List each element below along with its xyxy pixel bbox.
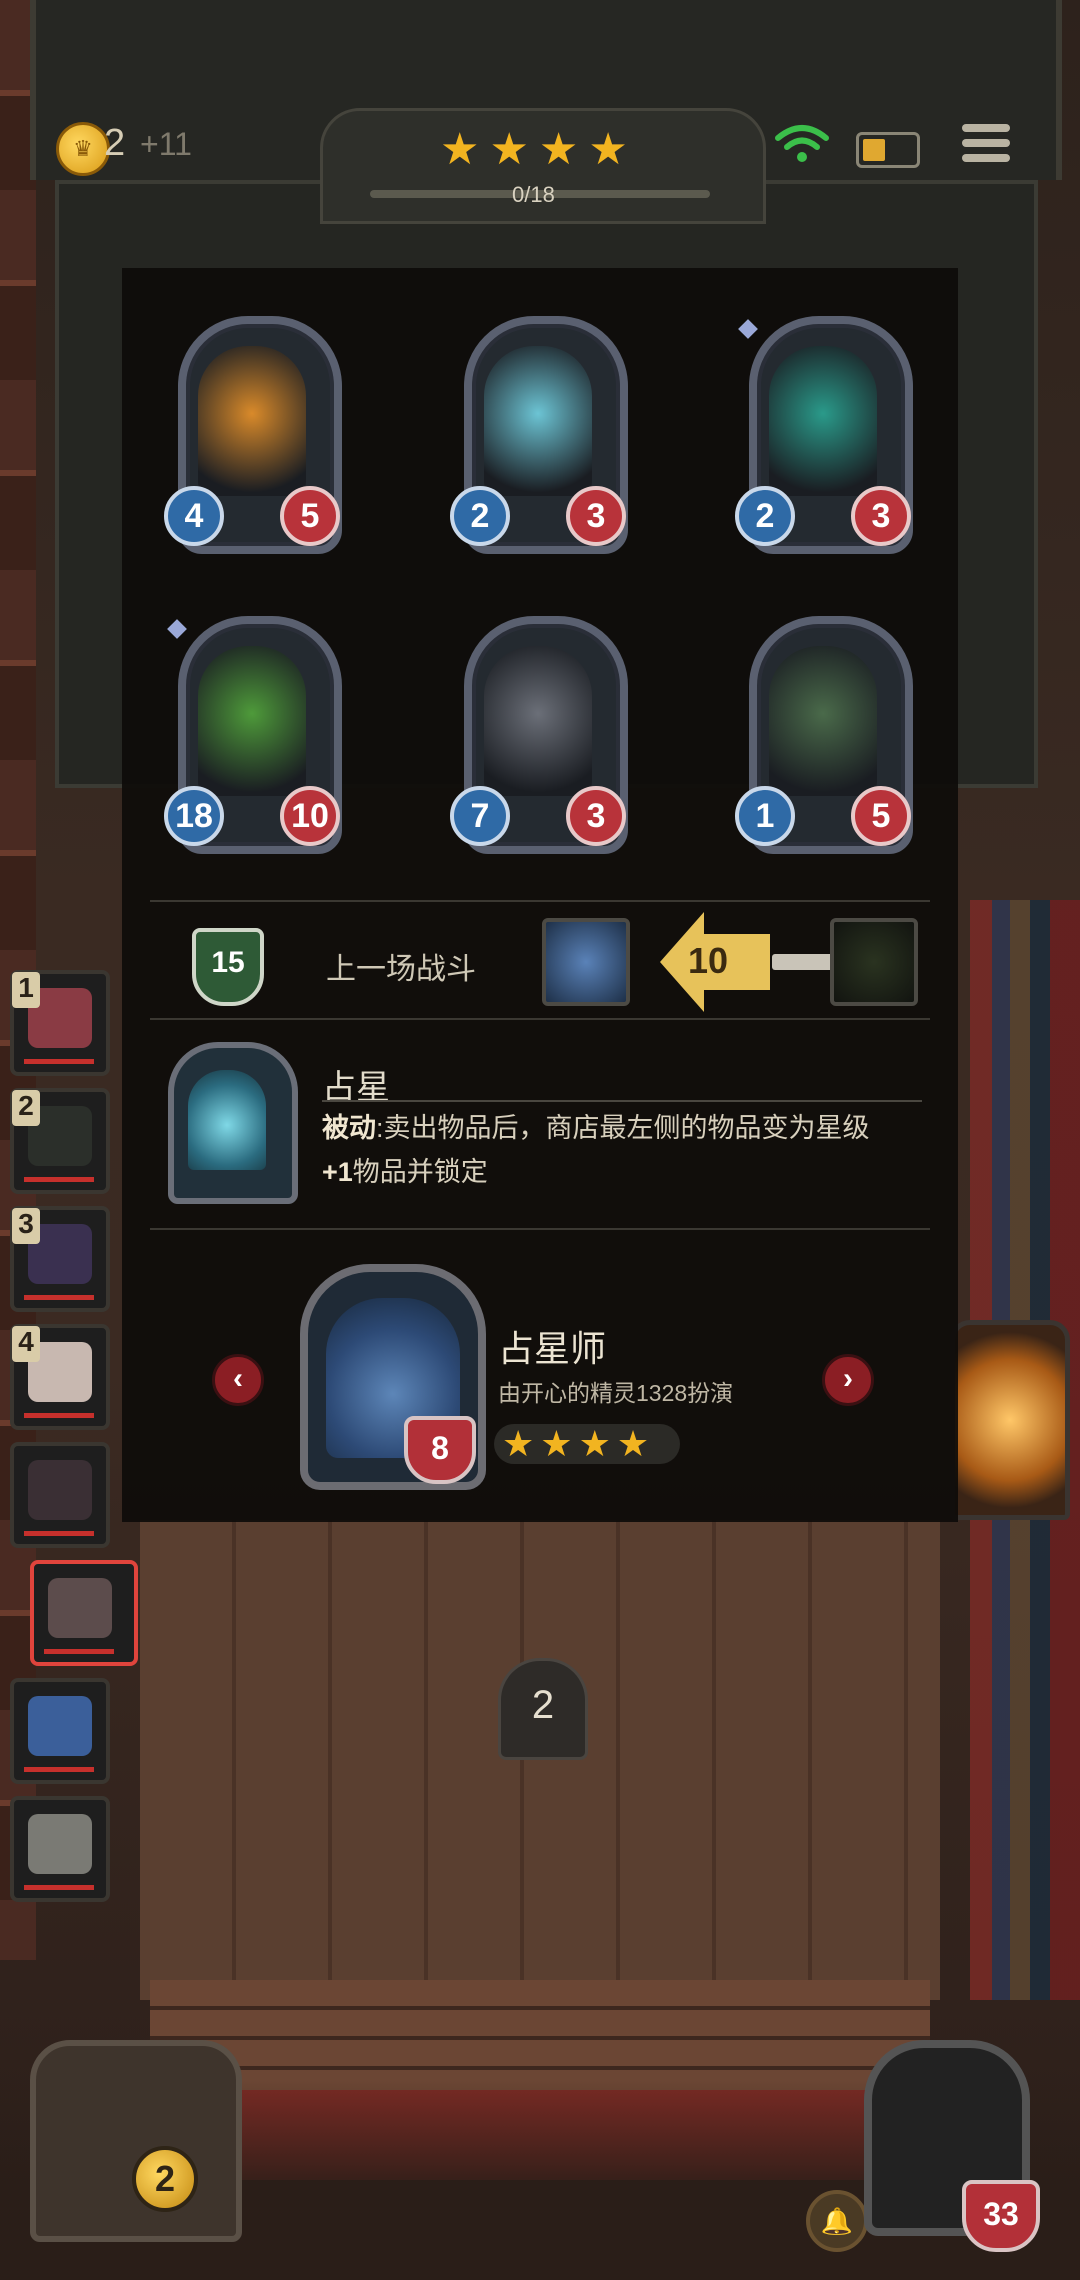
creature-portrait: [28, 1696, 92, 1756]
roster-item[interactable]: [10, 1796, 110, 1902]
diamond-icon: [167, 619, 187, 639]
team-roster: 1 2 3 4: [10, 970, 138, 1914]
battery-icon: [856, 132, 920, 168]
hero-credit: 由开心的精灵1328扮演: [498, 1380, 734, 1406]
wifi-icon: [775, 125, 829, 162]
card-health: 3: [566, 786, 626, 846]
card-health: 10: [280, 786, 340, 846]
roster-number: 1: [12, 972, 40, 1008]
roster-item[interactable]: [30, 1560, 138, 1666]
board-card-fish-tank[interactable]: 23: [450, 316, 628, 556]
progress-text: 0/18: [512, 182, 555, 207]
star-icon: ★: [538, 125, 579, 174]
menu-icon[interactable]: [962, 124, 1010, 172]
creature-portrait: [48, 1578, 112, 1638]
creature-portrait: [28, 1814, 92, 1874]
card-attack: 7: [450, 786, 510, 846]
shop-tier-badge[interactable]: 2: [498, 1658, 588, 1760]
roster-number: 2: [12, 1090, 40, 1126]
star-icon: ★: [588, 125, 628, 174]
roster-item[interactable]: 1: [10, 970, 110, 1076]
prev-button[interactable]: ‹: [212, 1354, 264, 1406]
card-art: [769, 646, 877, 796]
ability-description: 被动:卖出物品后，商店最左侧的物品变为星级 +1物品并锁定: [322, 1113, 870, 1187]
board-card-leaf-girl[interactable]: 18 10: [164, 616, 342, 856]
board-card-venus-plant[interactable]: 15: [735, 616, 913, 856]
roster-item[interactable]: 2: [10, 1088, 110, 1194]
card-art: [769, 346, 877, 496]
card-attack: 18: [164, 786, 224, 846]
opponent-portrait[interactable]: [542, 918, 630, 1006]
gold-count: 2: [104, 122, 126, 164]
roster-health-bar: [24, 1767, 94, 1772]
damage-value: 10: [688, 940, 729, 981]
star-icon: ★: [502, 1423, 535, 1464]
card-attack: 4: [164, 486, 224, 546]
card-health: 3: [566, 486, 626, 546]
card-art: [198, 646, 306, 796]
board-card-robot-box[interactable]: 73: [450, 616, 628, 856]
roster-health-bar: [24, 1295, 94, 1300]
card-attack: 2: [735, 486, 795, 546]
card-attack: 1: [735, 786, 795, 846]
roster-health-bar: [24, 1413, 94, 1418]
star-rating: ★ ★ ★ ★: [440, 128, 628, 172]
hero-name: 占星师: [498, 1328, 607, 1369]
reroll-cost: 2: [132, 2146, 198, 2212]
card-health: 3: [851, 486, 911, 546]
card-attack: 2: [450, 486, 510, 546]
next-button[interactable]: ›: [822, 1354, 874, 1406]
crystal-ball-icon: [188, 1070, 266, 1170]
gold-income: +11: [140, 126, 192, 162]
star-icon: ★: [578, 1423, 611, 1464]
bell-icon[interactable]: 🔔: [806, 2190, 868, 2252]
divider: [150, 900, 930, 902]
player-portrait-small[interactable]: [830, 918, 918, 1006]
player-health: 33: [962, 2180, 1040, 2252]
divider: [150, 1018, 930, 1020]
diamond-icon: [738, 319, 758, 339]
hero-star-rating: ★ ★ ★ ★: [494, 1424, 680, 1464]
roster-health-bar: [24, 1531, 94, 1536]
roster-number: 3: [12, 1208, 40, 1244]
wooden-door: [140, 1520, 940, 2000]
ability-underline: [322, 1100, 922, 1102]
lantern-icon: [950, 1320, 1070, 1520]
creature-portrait: [28, 1460, 92, 1520]
level-shield: 15: [192, 928, 264, 1006]
ability-frame: [168, 1042, 298, 1204]
divider: [150, 1228, 930, 1230]
roster-item[interactable]: [10, 1442, 110, 1548]
roster-health-bar: [24, 1885, 94, 1890]
star-icon: ★: [616, 1423, 650, 1464]
roster-health-bar: [44, 1649, 114, 1654]
roster-health-bar: [24, 1177, 94, 1182]
card-health: 5: [851, 786, 911, 846]
roster-item[interactable]: 3: [10, 1206, 110, 1312]
card-health: 5: [280, 486, 340, 546]
card-art: [484, 646, 592, 796]
reroll-chest[interactable]: [30, 2040, 242, 2242]
roster-number: 4: [12, 1326, 40, 1362]
roster-item[interactable]: 4: [10, 1324, 110, 1430]
roster-health-bar: [24, 1059, 94, 1064]
board-card-demon-cauldron[interactable]: 23: [735, 316, 913, 556]
gold-coin-icon: ♛: [56, 122, 110, 176]
star-icon: ★: [440, 125, 480, 174]
roster-item[interactable]: [10, 1678, 110, 1784]
hero-health: 8: [404, 1416, 476, 1484]
card-art: [484, 346, 592, 496]
last-battle-label: 上一场战斗: [326, 953, 476, 986]
board-card-pumpkin[interactable]: 45: [164, 316, 342, 556]
star-icon: ★: [489, 125, 529, 174]
star-icon: ★: [540, 1423, 573, 1464]
card-art: [198, 346, 306, 496]
